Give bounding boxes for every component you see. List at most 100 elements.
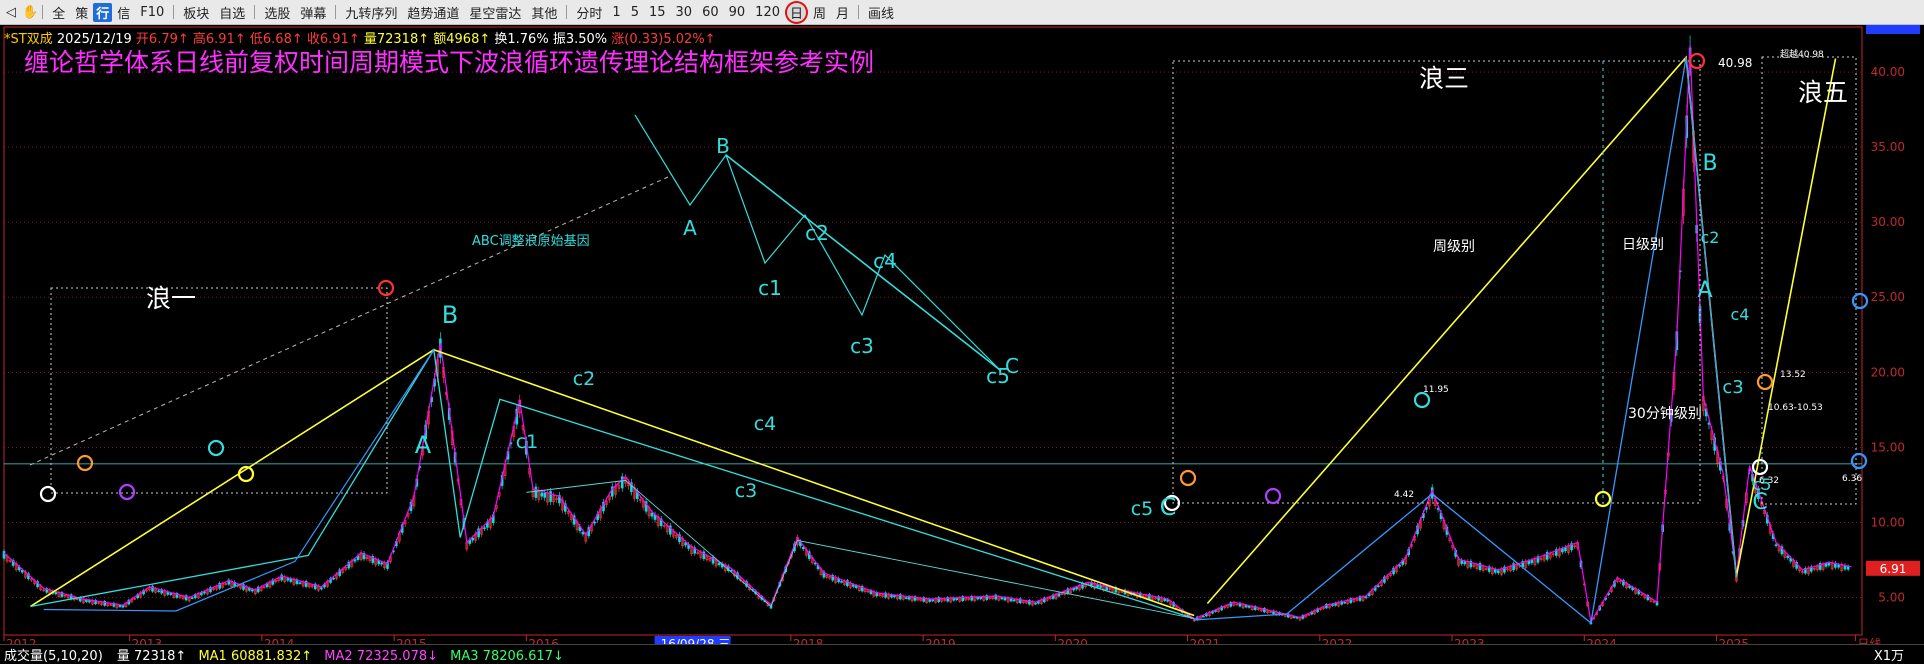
candle-body bbox=[2, 551, 6, 559]
period-month[interactable]: 月 bbox=[831, 3, 854, 22]
y-tick-label: 25.00 bbox=[1871, 290, 1905, 304]
menu-stock-pick[interactable]: 选股 bbox=[259, 3, 295, 22]
wave-point-label: c5 bbox=[1753, 475, 1772, 494]
abc-sample-label: c1 bbox=[758, 276, 782, 300]
candle-body bbox=[1398, 564, 1401, 567]
candle-body bbox=[251, 589, 254, 592]
wave-point-label: c1 bbox=[516, 431, 539, 453]
turning-point-marker bbox=[76, 454, 94, 472]
candle-body bbox=[1012, 599, 1016, 602]
yellow-wave-line bbox=[30, 348, 1195, 617]
abc-sample-label: c3 bbox=[850, 334, 874, 358]
menu-danmu[interactable]: 弹幕 bbox=[295, 3, 331, 22]
turning-point-marker bbox=[1413, 391, 1431, 409]
price-chart[interactable]: 43.0040.0035.0030.0025.0020.0015.0010.00… bbox=[0, 25, 1924, 644]
wave-point-label: B bbox=[1702, 151, 1717, 176]
wave-point-label: c3 bbox=[1722, 377, 1743, 398]
candle-body bbox=[320, 587, 323, 590]
candle-body bbox=[169, 593, 173, 595]
wave-one-label: 浪一 bbox=[146, 284, 196, 313]
toolbar-nav: ◁ ✋ bbox=[0, 5, 38, 20]
wave-five-label: 浪五 bbox=[1798, 78, 1848, 107]
x-tick-label: 2019 bbox=[925, 637, 956, 644]
turning-point-marker bbox=[1594, 490, 1612, 508]
menu-other[interactable]: 其他 bbox=[526, 3, 562, 22]
toolbar-separator bbox=[173, 5, 175, 19]
candle-body bbox=[1497, 570, 1500, 574]
wave-point-label: B bbox=[442, 301, 458, 329]
y-tick-label: 5.00 bbox=[1878, 590, 1905, 604]
ma-line bbox=[3, 44, 1852, 624]
candle-body bbox=[593, 521, 596, 524]
x-tick-label: 2012 bbox=[6, 637, 37, 644]
turning-point-marker bbox=[1179, 469, 1197, 487]
x-tick-label: 2015 bbox=[396, 637, 427, 644]
volume-value: 量 72318↑ bbox=[116, 649, 187, 664]
hand-icon[interactable]: ✋ bbox=[22, 5, 38, 20]
wave-three-box bbox=[1172, 60, 1701, 504]
toolbar-separator bbox=[42, 5, 44, 19]
candle-body bbox=[190, 597, 194, 599]
candle-body bbox=[353, 559, 357, 562]
tab-info[interactable]: 信 bbox=[112, 3, 135, 22]
candle-body bbox=[650, 512, 654, 517]
candle-body bbox=[1837, 564, 1840, 568]
menu-nine-turn[interactable]: 九转序列 bbox=[340, 3, 402, 22]
turning-point-marker bbox=[118, 483, 136, 501]
candle-body bbox=[717, 562, 721, 565]
candle-body bbox=[121, 605, 125, 608]
back-icon[interactable]: ◁ bbox=[6, 5, 16, 20]
wave-point-label: c2 bbox=[1701, 228, 1720, 247]
period-5[interactable]: 5 bbox=[626, 5, 644, 20]
tab-strategy[interactable]: 策 bbox=[70, 3, 93, 22]
candle-body bbox=[203, 591, 206, 594]
menu-star-radar[interactable]: 星空雷达 bbox=[464, 3, 526, 22]
min30-level-label: 30分钟级别 bbox=[1628, 405, 1702, 422]
period-day[interactable]: 日 bbox=[785, 0, 809, 24]
period-15[interactable]: 15 bbox=[644, 5, 671, 20]
tab-market[interactable]: 行 bbox=[93, 2, 113, 22]
x-tick-label: 2025 bbox=[1719, 637, 1750, 644]
candle-body bbox=[1072, 588, 1075, 591]
candle-body bbox=[549, 491, 552, 502]
tab-all[interactable]: 全 bbox=[47, 3, 70, 22]
period-1[interactable]: 1 bbox=[607, 5, 625, 20]
menu-watchlist[interactable]: 自选 bbox=[214, 3, 250, 22]
menu-sector[interactable]: 板块 bbox=[178, 3, 214, 22]
y-tick-label: 30.00 bbox=[1871, 215, 1905, 229]
period-120[interactable]: 120 bbox=[750, 5, 785, 20]
candle-body bbox=[471, 537, 475, 541]
period-60[interactable]: 60 bbox=[697, 5, 724, 20]
volume-ma1: MA1 60881.832↑ bbox=[198, 649, 313, 664]
wave-point-label: c2 bbox=[573, 368, 596, 390]
menu-trend-channel[interactable]: 趋势通道 bbox=[402, 3, 464, 22]
volume-ma3: MA3 78206.617↓ bbox=[450, 649, 564, 664]
x-tick-label: 2016 bbox=[528, 637, 559, 644]
x-tick-label: 2021 bbox=[1190, 637, 1221, 644]
candle-body bbox=[543, 492, 547, 498]
volume-indicator-label: 成交量(5,10,20) bbox=[4, 649, 103, 664]
x-tick-label: 16/09/28,三 bbox=[661, 637, 731, 644]
candle-body bbox=[1786, 555, 1790, 558]
candle-body bbox=[1364, 596, 1368, 599]
period-intraday[interactable]: 分时 bbox=[571, 3, 607, 22]
wave-point-label: c4 bbox=[754, 413, 777, 435]
turning-point-marker bbox=[1264, 487, 1282, 505]
x-tick-label: 2014 bbox=[264, 637, 295, 644]
current-price-label: 6.91 bbox=[1880, 562, 1907, 576]
tab-f10[interactable]: F10 bbox=[135, 5, 169, 20]
volume-unit: X1万 bbox=[1873, 649, 1904, 664]
wave-three-label: 浪三 bbox=[1419, 64, 1469, 93]
abc-sample-label: C bbox=[1005, 354, 1019, 378]
menu-drawing[interactable]: 画线 bbox=[863, 3, 899, 22]
candle-body bbox=[540, 492, 544, 497]
y-tick-label: 15.00 bbox=[1871, 440, 1905, 454]
period-30[interactable]: 30 bbox=[671, 5, 698, 20]
turning-point-marker bbox=[1850, 452, 1868, 470]
y-tick-label: 10.00 bbox=[1871, 515, 1905, 529]
candle-body bbox=[893, 595, 896, 598]
candle-body bbox=[1564, 547, 1567, 552]
price-level-label: 超越40.98 bbox=[1780, 48, 1824, 60]
period-week[interactable]: 周 bbox=[808, 3, 831, 22]
period-90[interactable]: 90 bbox=[724, 5, 751, 20]
